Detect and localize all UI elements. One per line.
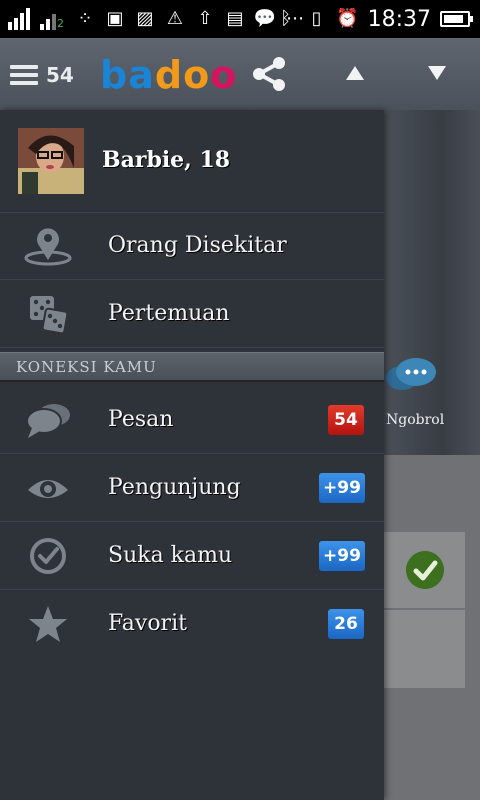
favorites-badge: 26 (328, 609, 364, 639)
menu-item-label: Suka kamu (108, 543, 233, 568)
bbm-icon: ▣ (106, 8, 124, 29)
badoo-logo: badoo (100, 54, 237, 96)
logo-letter: d (154, 53, 184, 97)
menu-count: 54 (46, 63, 74, 87)
logo-letter: o (183, 53, 211, 97)
section-header-connections: KONEKSI KAMU (0, 352, 384, 382)
menu-button[interactable]: 54 (10, 60, 80, 90)
arrow-up-icon[interactable] (340, 60, 370, 86)
profile-name: Barbie, 18 (102, 147, 231, 173)
blackberry-icon: ⁘ (77, 8, 93, 29)
upload-icon: ⇧ (197, 8, 213, 29)
profile-header[interactable]: Barbie, 18 (0, 110, 384, 213)
chat-icon (26, 404, 70, 438)
check-icon[interactable] (406, 551, 444, 589)
navigation-drawer: Barbie, 18 Orang Disekitar Pertemuan KON… (0, 110, 384, 800)
app-bar: 54 badoo (0, 38, 480, 110)
avatar[interactable] (18, 128, 84, 194)
logo-letter: b (100, 53, 129, 97)
section-title: KONEKSI KAMU (16, 358, 157, 376)
alarm-icon: ⏰ (336, 8, 359, 29)
menu-item-label: Pengunjung (108, 475, 241, 500)
logo-letter: a (128, 53, 155, 97)
visitors-badge: +99 (319, 473, 365, 503)
dice-icon (30, 296, 69, 334)
share-icon[interactable] (250, 56, 290, 92)
menu-item-liked-you[interactable]: Suka kamu +99 (0, 522, 384, 590)
menu-item-nearby[interactable]: Orang Disekitar (0, 212, 384, 280)
star-icon (29, 606, 67, 642)
liked-you-badge: +99 (319, 541, 365, 571)
menu-item-label: Orang Disekitar (108, 233, 287, 258)
battery-level (444, 15, 463, 23)
menu-item-favorites[interactable]: Favorit 26 (0, 590, 384, 658)
messages-badge: 54 (328, 405, 364, 435)
arrow-down-icon[interactable] (422, 60, 452, 86)
menu-item-visitors[interactable]: Pengunjung +99 (0, 454, 384, 522)
warning-icon: ⚠ (166, 8, 184, 29)
clock: 18:37 (367, 6, 431, 32)
eye-icon (28, 480, 68, 498)
check-circle-icon (30, 538, 66, 574)
chat-label[interactable]: Ngobrol (386, 412, 444, 428)
signal-icon (8, 8, 30, 30)
menu-item-encounters[interactable]: Pertemuan (0, 280, 384, 348)
menu-item-label: Favorit (108, 611, 187, 636)
battery-icon (440, 11, 473, 27)
notification-icons: 2 ⁘ ▣ ▨ ⚠ ⇧ ▤ 💬 ⋯ (8, 6, 306, 32)
bluetooth-icon: ᛒ (280, 8, 291, 29)
background-header-image (384, 110, 480, 455)
vibrate-icon: ▯ (311, 8, 322, 29)
status-bar: 2 ⁘ ▣ ▨ ⚠ ⇧ ▤ 💬 ⋯ ᛒ ▯ ⏰ 18:37 (0, 0, 480, 38)
gallery-icon: ▨ (136, 8, 154, 29)
chat-bubbles-icon[interactable] (384, 356, 448, 396)
system-icons: ᛒ ▯ ⏰ 18:37 (275, 6, 473, 32)
location-pin-icon (24, 228, 72, 266)
bbm-chat-icon: ▤ (226, 8, 244, 29)
menu-item-messages[interactable]: Pesan 54 (0, 386, 384, 454)
hamburger-icon (10, 65, 38, 85)
menu-item-label: Pertemuan (108, 301, 230, 326)
signal-secondary-icon: 2 (40, 8, 66, 30)
logo-letter: o (210, 53, 238, 97)
signal-badge: 2 (57, 17, 64, 30)
menu-item-label: Pesan (108, 407, 174, 432)
chat-bubble-icon: 💬 (253, 8, 277, 29)
divider (384, 608, 465, 610)
